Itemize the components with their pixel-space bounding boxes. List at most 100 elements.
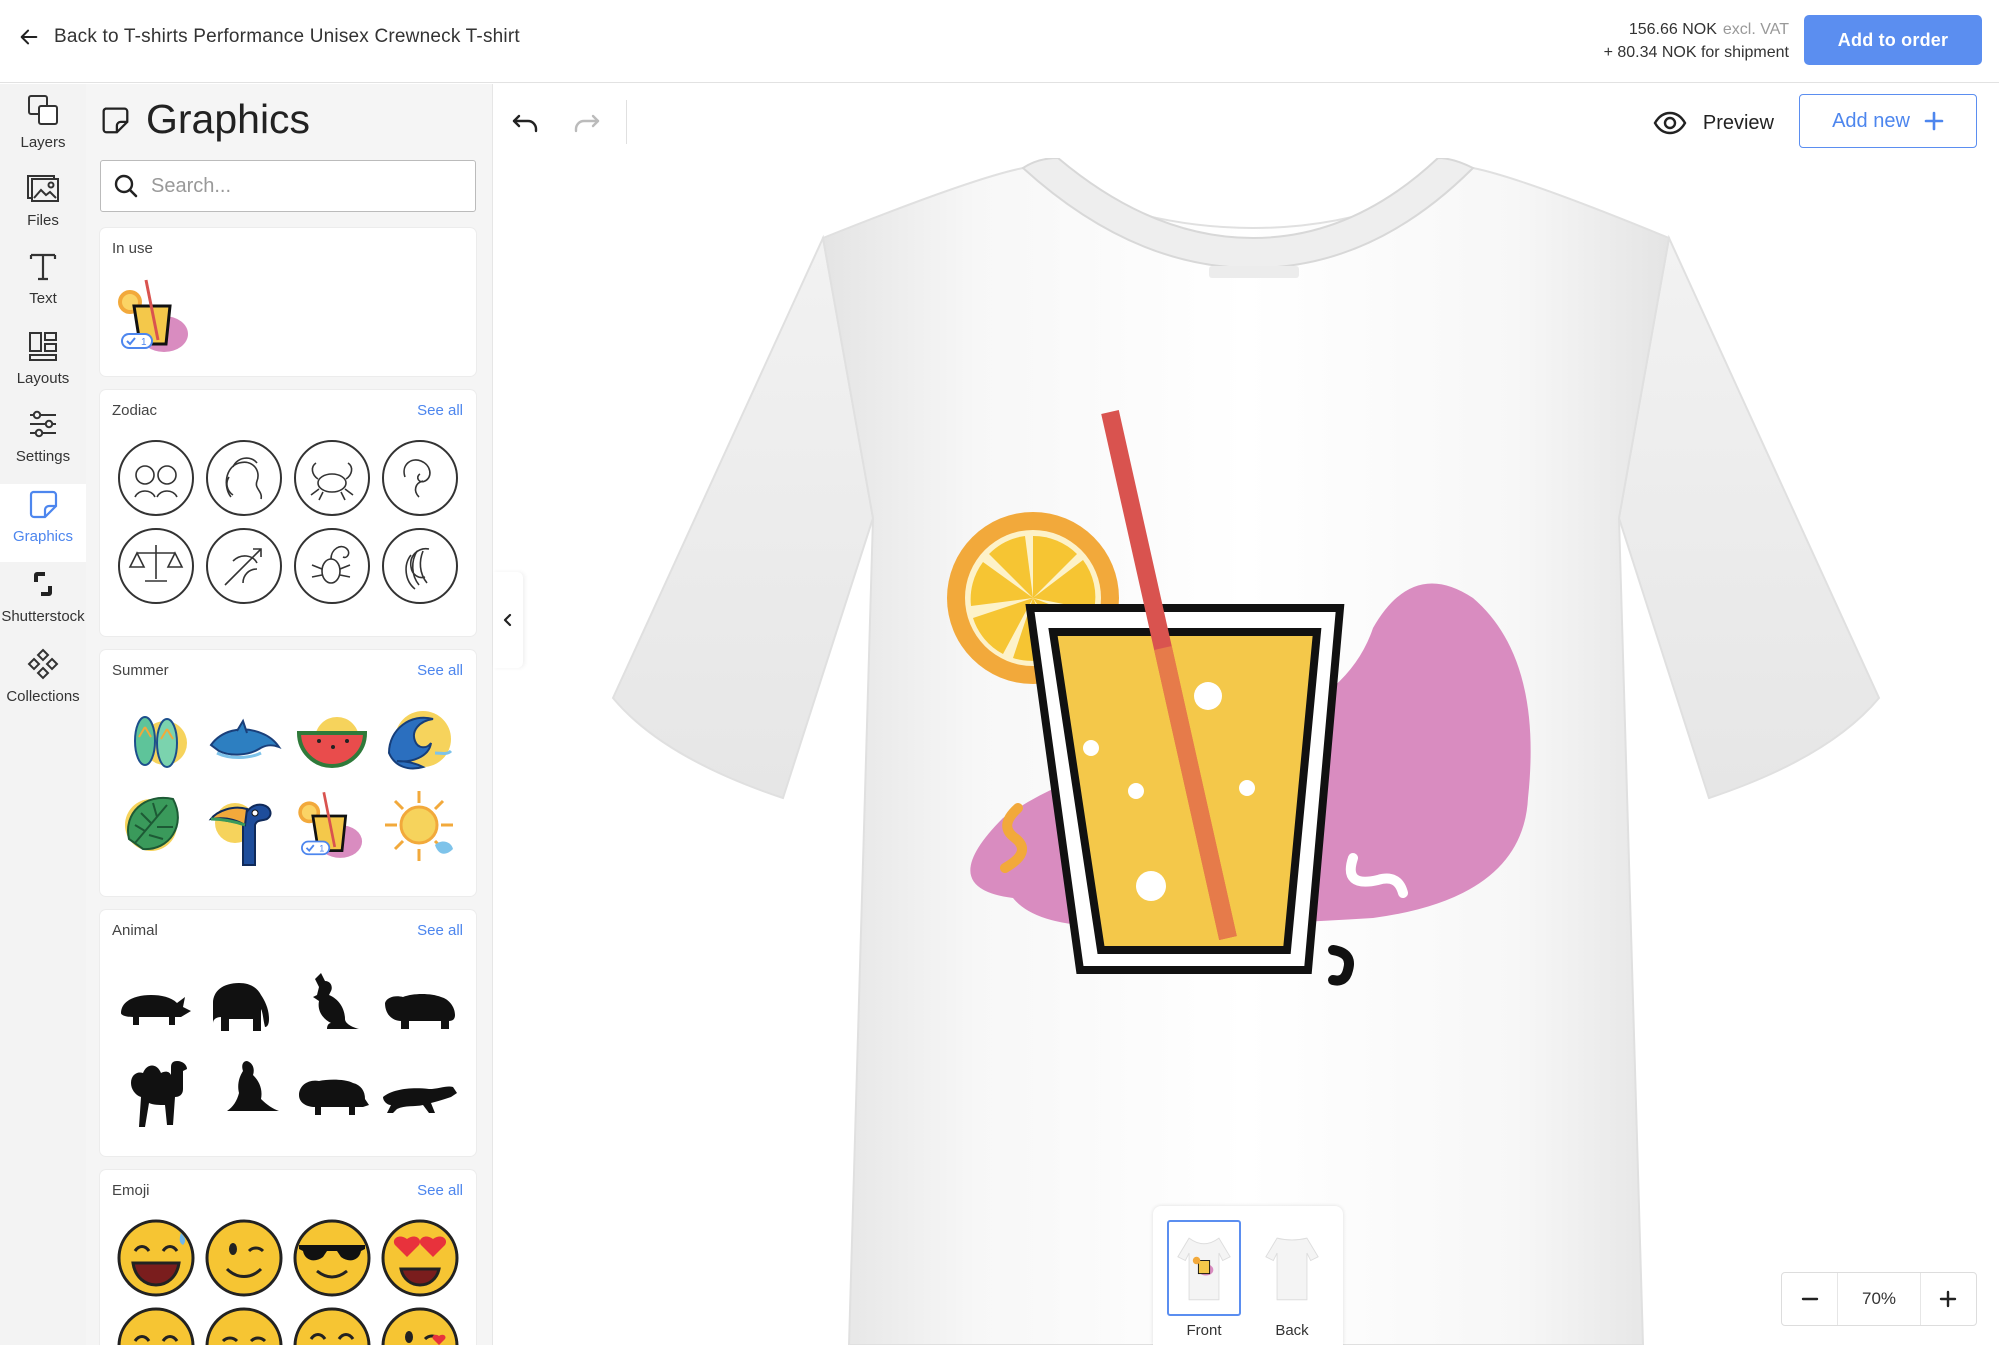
- zodiac-gemini[interactable]: [112, 434, 200, 522]
- emoji-heart-eyes[interactable]: [376, 1214, 464, 1302]
- panel-header: Graphics: [98, 96, 310, 143]
- glass-drink: [1048, 628, 1322, 954]
- search-input[interactable]: [151, 174, 451, 198]
- section-summer: Summer See all 1: [100, 650, 476, 896]
- sticker-icon: [29, 490, 58, 519]
- elephant-icon: [213, 983, 269, 1031]
- zodiac-libra[interactable]: [112, 522, 200, 610]
- layouts-icon: [29, 332, 57, 361]
- preview-button[interactable]: Preview: [1653, 106, 1774, 140]
- wave-icon: [387, 711, 453, 770]
- zodiac-cancer[interactable]: [288, 434, 376, 522]
- cool-face-icon: [293, 1219, 371, 1297]
- price-value: 156.66 NOK: [1628, 21, 1717, 38]
- summer-toucan[interactable]: [200, 782, 288, 870]
- zodiac-sagittarius[interactable]: [200, 522, 288, 610]
- crying-laughing-face-icon: [117, 1307, 195, 1345]
- summer-wave[interactable]: [376, 694, 464, 782]
- ram-icon: [382, 440, 458, 516]
- animal-camel[interactable]: [112, 1048, 200, 1136]
- rail-item-label: Collections: [6, 688, 80, 705]
- bird-icon: [227, 1061, 279, 1111]
- flip-flops-icon: [134, 716, 187, 768]
- camel-icon: [131, 1061, 187, 1127]
- summer-sun[interactable]: [376, 782, 464, 870]
- rail-item-label: Text: [29, 290, 57, 307]
- summer-count: 1: [319, 844, 324, 854]
- rail-item-label: Shutterstock: [1, 608, 85, 625]
- zodiac-scorpio[interactable]: [288, 522, 376, 610]
- emoji-wink[interactable]: [200, 1214, 288, 1302]
- emoji-kiss[interactable]: [376, 1302, 464, 1345]
- summer-watermelon[interactable]: [288, 694, 376, 782]
- summer-dolphin[interactable]: [200, 694, 288, 782]
- emoji-grin[interactable]: [288, 1302, 376, 1345]
- front-view-thumb[interactable]: [1167, 1220, 1241, 1316]
- animal-panther[interactable]: [376, 1048, 464, 1136]
- section-label: Animal: [112, 922, 158, 939]
- heart-eyes-face-icon: [381, 1219, 459, 1297]
- rail-item-text[interactable]: Text: [0, 248, 86, 324]
- scales-icon: [118, 528, 194, 604]
- undo-icon[interactable]: [509, 104, 543, 138]
- back-link[interactable]: Back to T-shirts Performance Unisex Crew…: [18, 26, 520, 48]
- hippo-icon: [385, 994, 455, 1029]
- section-label: Emoji: [112, 1182, 150, 1199]
- price-note: excl. VAT: [1722, 21, 1789, 38]
- zodiac-aries[interactable]: [376, 434, 464, 522]
- scorpion-icon: [294, 528, 370, 604]
- sliders-icon: [30, 410, 56, 438]
- emoji-sweat-laugh[interactable]: [112, 1214, 200, 1302]
- rail-item-graphics[interactable]: Graphics: [0, 484, 86, 562]
- arrow-left-icon: [20, 29, 38, 45]
- animal-hippo[interactable]: [376, 960, 464, 1048]
- see-all-summer-link[interactable]: See all: [417, 662, 463, 679]
- leaf-icon: [125, 796, 179, 851]
- in-use-count: 1: [141, 337, 147, 348]
- rail-item-layers[interactable]: Layers: [0, 92, 86, 166]
- design-canvas[interactable]: [493, 158, 1999, 1345]
- redo-icon[interactable]: [569, 104, 603, 138]
- right-sleeve: [1617, 234, 1881, 800]
- rail-item-files[interactable]: Files: [0, 170, 86, 244]
- rail-item-collections[interactable]: Collections: [0, 640, 86, 720]
- section-in-use: In use 1: [100, 228, 476, 376]
- zoom-out-button[interactable]: [1782, 1273, 1837, 1325]
- zodiac-leo[interactable]: [200, 434, 288, 522]
- emoji-tears-of-joy[interactable]: [112, 1302, 200, 1345]
- rail-item-label: Files: [27, 212, 59, 229]
- image-icon: [27, 175, 59, 202]
- panel-title: Graphics: [146, 96, 311, 142]
- maiden-icon: [382, 528, 458, 604]
- rail-item-shutterstock[interactable]: Shutterstock: [0, 562, 86, 642]
- animal-lion[interactable]: [288, 1048, 376, 1136]
- see-all-emoji-link[interactable]: See all: [417, 1182, 463, 1199]
- back-view-thumb[interactable]: [1255, 1220, 1329, 1316]
- section-emoji: Emoji See all: [100, 1170, 476, 1345]
- summer-flipflops[interactable]: [112, 694, 200, 782]
- collapse-panel-button[interactable]: [493, 572, 523, 668]
- animal-elephant[interactable]: [200, 960, 288, 1048]
- summer-monstera[interactable]: [112, 782, 200, 870]
- in-use-lemonade-graphic[interactable]: 1: [114, 272, 196, 362]
- animal-eagle[interactable]: [200, 1048, 288, 1136]
- summer-lemonade[interactable]: 1: [288, 782, 376, 870]
- see-all-zodiac-link[interactable]: See all: [417, 402, 463, 419]
- zodiac-virgo[interactable]: [376, 522, 464, 610]
- add-new-label: Add new: [1832, 109, 1910, 132]
- see-all-animal-link[interactable]: See all: [417, 922, 463, 939]
- zoom-in-button[interactable]: [1921, 1273, 1976, 1325]
- watermelon-icon: [296, 717, 368, 768]
- tshirt-back-icon: [1265, 1237, 1319, 1301]
- rail-item-settings[interactable]: Settings: [0, 406, 86, 488]
- rail-item-layouts[interactable]: Layouts: [0, 328, 86, 404]
- add-new-button[interactable]: Add new: [1799, 94, 1977, 148]
- rail-item-label: Settings: [15, 448, 71, 465]
- emoji-sunglasses[interactable]: [288, 1214, 376, 1302]
- animal-rhino[interactable]: [112, 960, 200, 1048]
- animal-kangaroo[interactable]: [288, 960, 376, 1048]
- emoji-blush[interactable]: [200, 1302, 288, 1345]
- text-icon: [29, 253, 57, 281]
- add-to-order-button[interactable]: Add to order: [1804, 15, 1982, 65]
- lemonade-sticker-icon: 1: [298, 792, 363, 858]
